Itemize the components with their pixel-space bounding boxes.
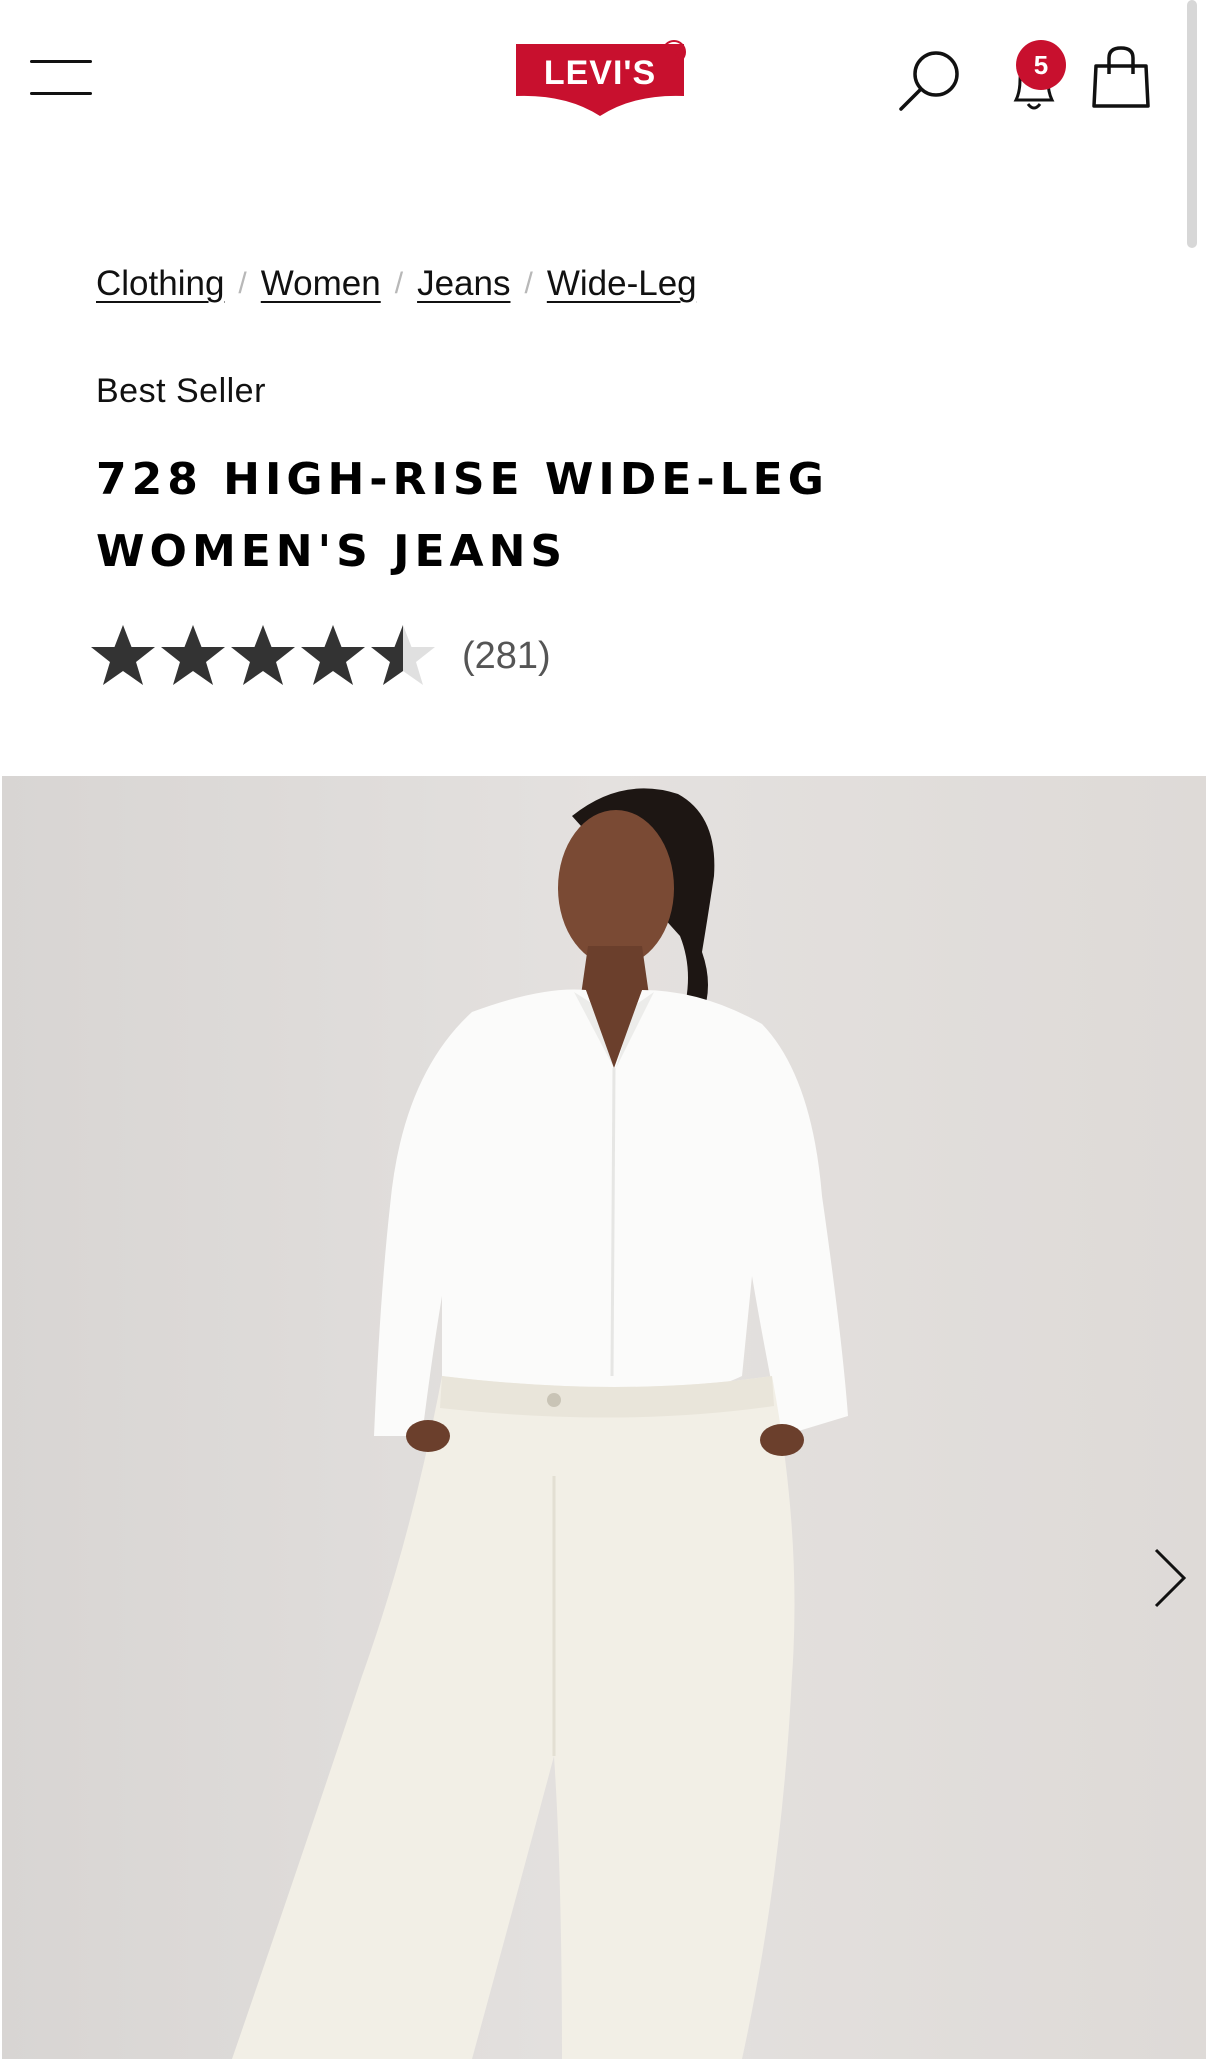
site-header: LEVI'S R 5 [0,0,1206,248]
product-page: LEVI'S R 5 Clothing / Women / Jeans / Wi… [0,0,1206,2059]
star-icon [91,625,155,685]
search-icon[interactable] [896,48,962,114]
breadcrumb-jeans[interactable]: Jeans [417,264,510,304]
scrollbar[interactable] [1187,0,1197,248]
breadcrumb-women[interactable]: Women [261,264,381,304]
breadcrumb: Clothing / Women / Jeans / Wide-Leg [96,262,697,306]
breadcrumb-wide-leg[interactable]: Wide-Leg [547,264,697,304]
product-title: 728 HIGH-RISE WIDE-LEG WOMEN'S JEANS [96,454,829,577]
notifications-button[interactable]: 5 [996,40,1072,116]
star-icon [371,625,435,685]
best-seller-badge: Best Seller [96,372,266,410]
product-rating[interactable]: (281) [88,620,551,692]
notification-badge: 5 [1016,40,1066,90]
breadcrumb-separator: / [524,267,533,300]
product-image[interactable] [2,776,1206,2059]
breadcrumb-separator: / [394,267,404,300]
levis-logo[interactable]: LEVI'S R [514,36,694,124]
breadcrumb-separator: / [238,267,247,300]
star-icon [231,625,295,685]
shopping-bag-icon[interactable] [1090,44,1152,110]
star-icon [161,625,225,685]
star-icon [301,625,365,685]
hamburger-menu-icon[interactable] [30,56,92,100]
next-image-button[interactable] [1150,1546,1190,1610]
svg-text:R: R [669,45,680,62]
logo-wordmark: LEVI'S [544,54,656,92]
review-count[interactable]: (281) [462,635,551,678]
rating-stars [88,623,438,689]
breadcrumb-clothing[interactable]: Clothing [96,264,224,304]
chevron-right-icon [1154,1548,1187,1608]
model-photo [232,788,848,2059]
